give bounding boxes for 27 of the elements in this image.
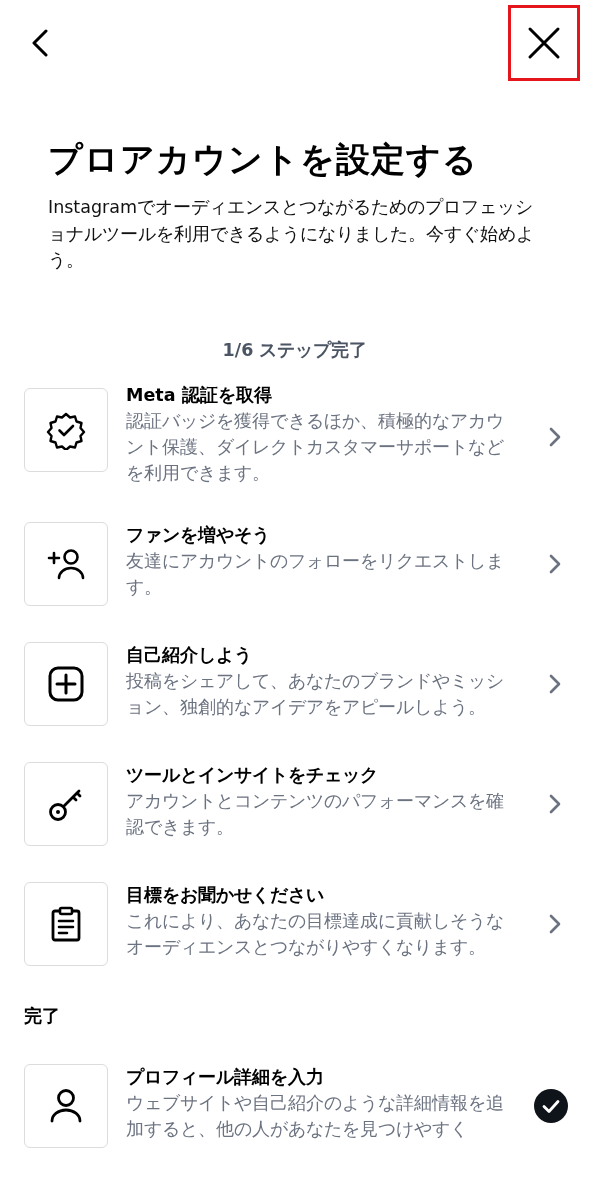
chevron-right-icon[interactable] [548, 912, 562, 935]
step-description: 友達にアカウントのフォローをリクエストします。 [126, 549, 505, 599]
step-title: ファンを増やそう [126, 523, 271, 547]
step-title: 目標をお聞かせください [126, 883, 325, 907]
step-description: ウェブサイトや自己紹介のような詳細情報を追加すると、他の人があなたを見つけやすく [126, 1091, 505, 1141]
add-person-icon [47, 547, 85, 580]
plus-square-icon [48, 665, 84, 702]
step-title: プロフィール詳細を入力 [126, 1065, 325, 1089]
page-title: プロアカウントを設定する [48, 138, 479, 181]
section-heading: 完了 [24, 1003, 61, 1028]
clipboard-icon [50, 905, 82, 942]
step-title: Meta 認証を取得 [126, 383, 273, 407]
step-title: ツールとインサイトをチェック [126, 763, 379, 787]
chevron-right-icon[interactable] [548, 425, 562, 448]
chevron-right-icon[interactable] [548, 792, 562, 815]
step-description: 認証バッジを獲得できるほか、積極的なアカウント保護、ダイレクトカスタマーサポートなどを利用できます。 [126, 409, 505, 485]
step-description: アカウントとコンテンツのパフォーマンスを確認できます。 [126, 789, 505, 839]
close-icon [527, 26, 561, 60]
step-description: これにより、あなたの目標達成に貢献しそうなオーディエンスとつながりやすくなります。 [126, 909, 505, 959]
step-title: 自己紹介しよう [126, 643, 253, 667]
close-button[interactable] [508, 5, 580, 81]
intro-text: Instagramでオーディエンスとつながるためのプロフェッショナルツールを利用できるようになりました。今すぐ始めよう。 [48, 196, 535, 272]
chevron-right-icon[interactable] [548, 552, 562, 575]
step-description: 投稿をシェアして、あなたのブランドやミッション、独創的なアイデアをアピールしよう。 [126, 669, 505, 719]
chevron-right-icon[interactable] [548, 672, 562, 695]
progress-text: 1/6 ステップ完了 [221, 338, 369, 362]
person-icon [49, 1087, 83, 1124]
